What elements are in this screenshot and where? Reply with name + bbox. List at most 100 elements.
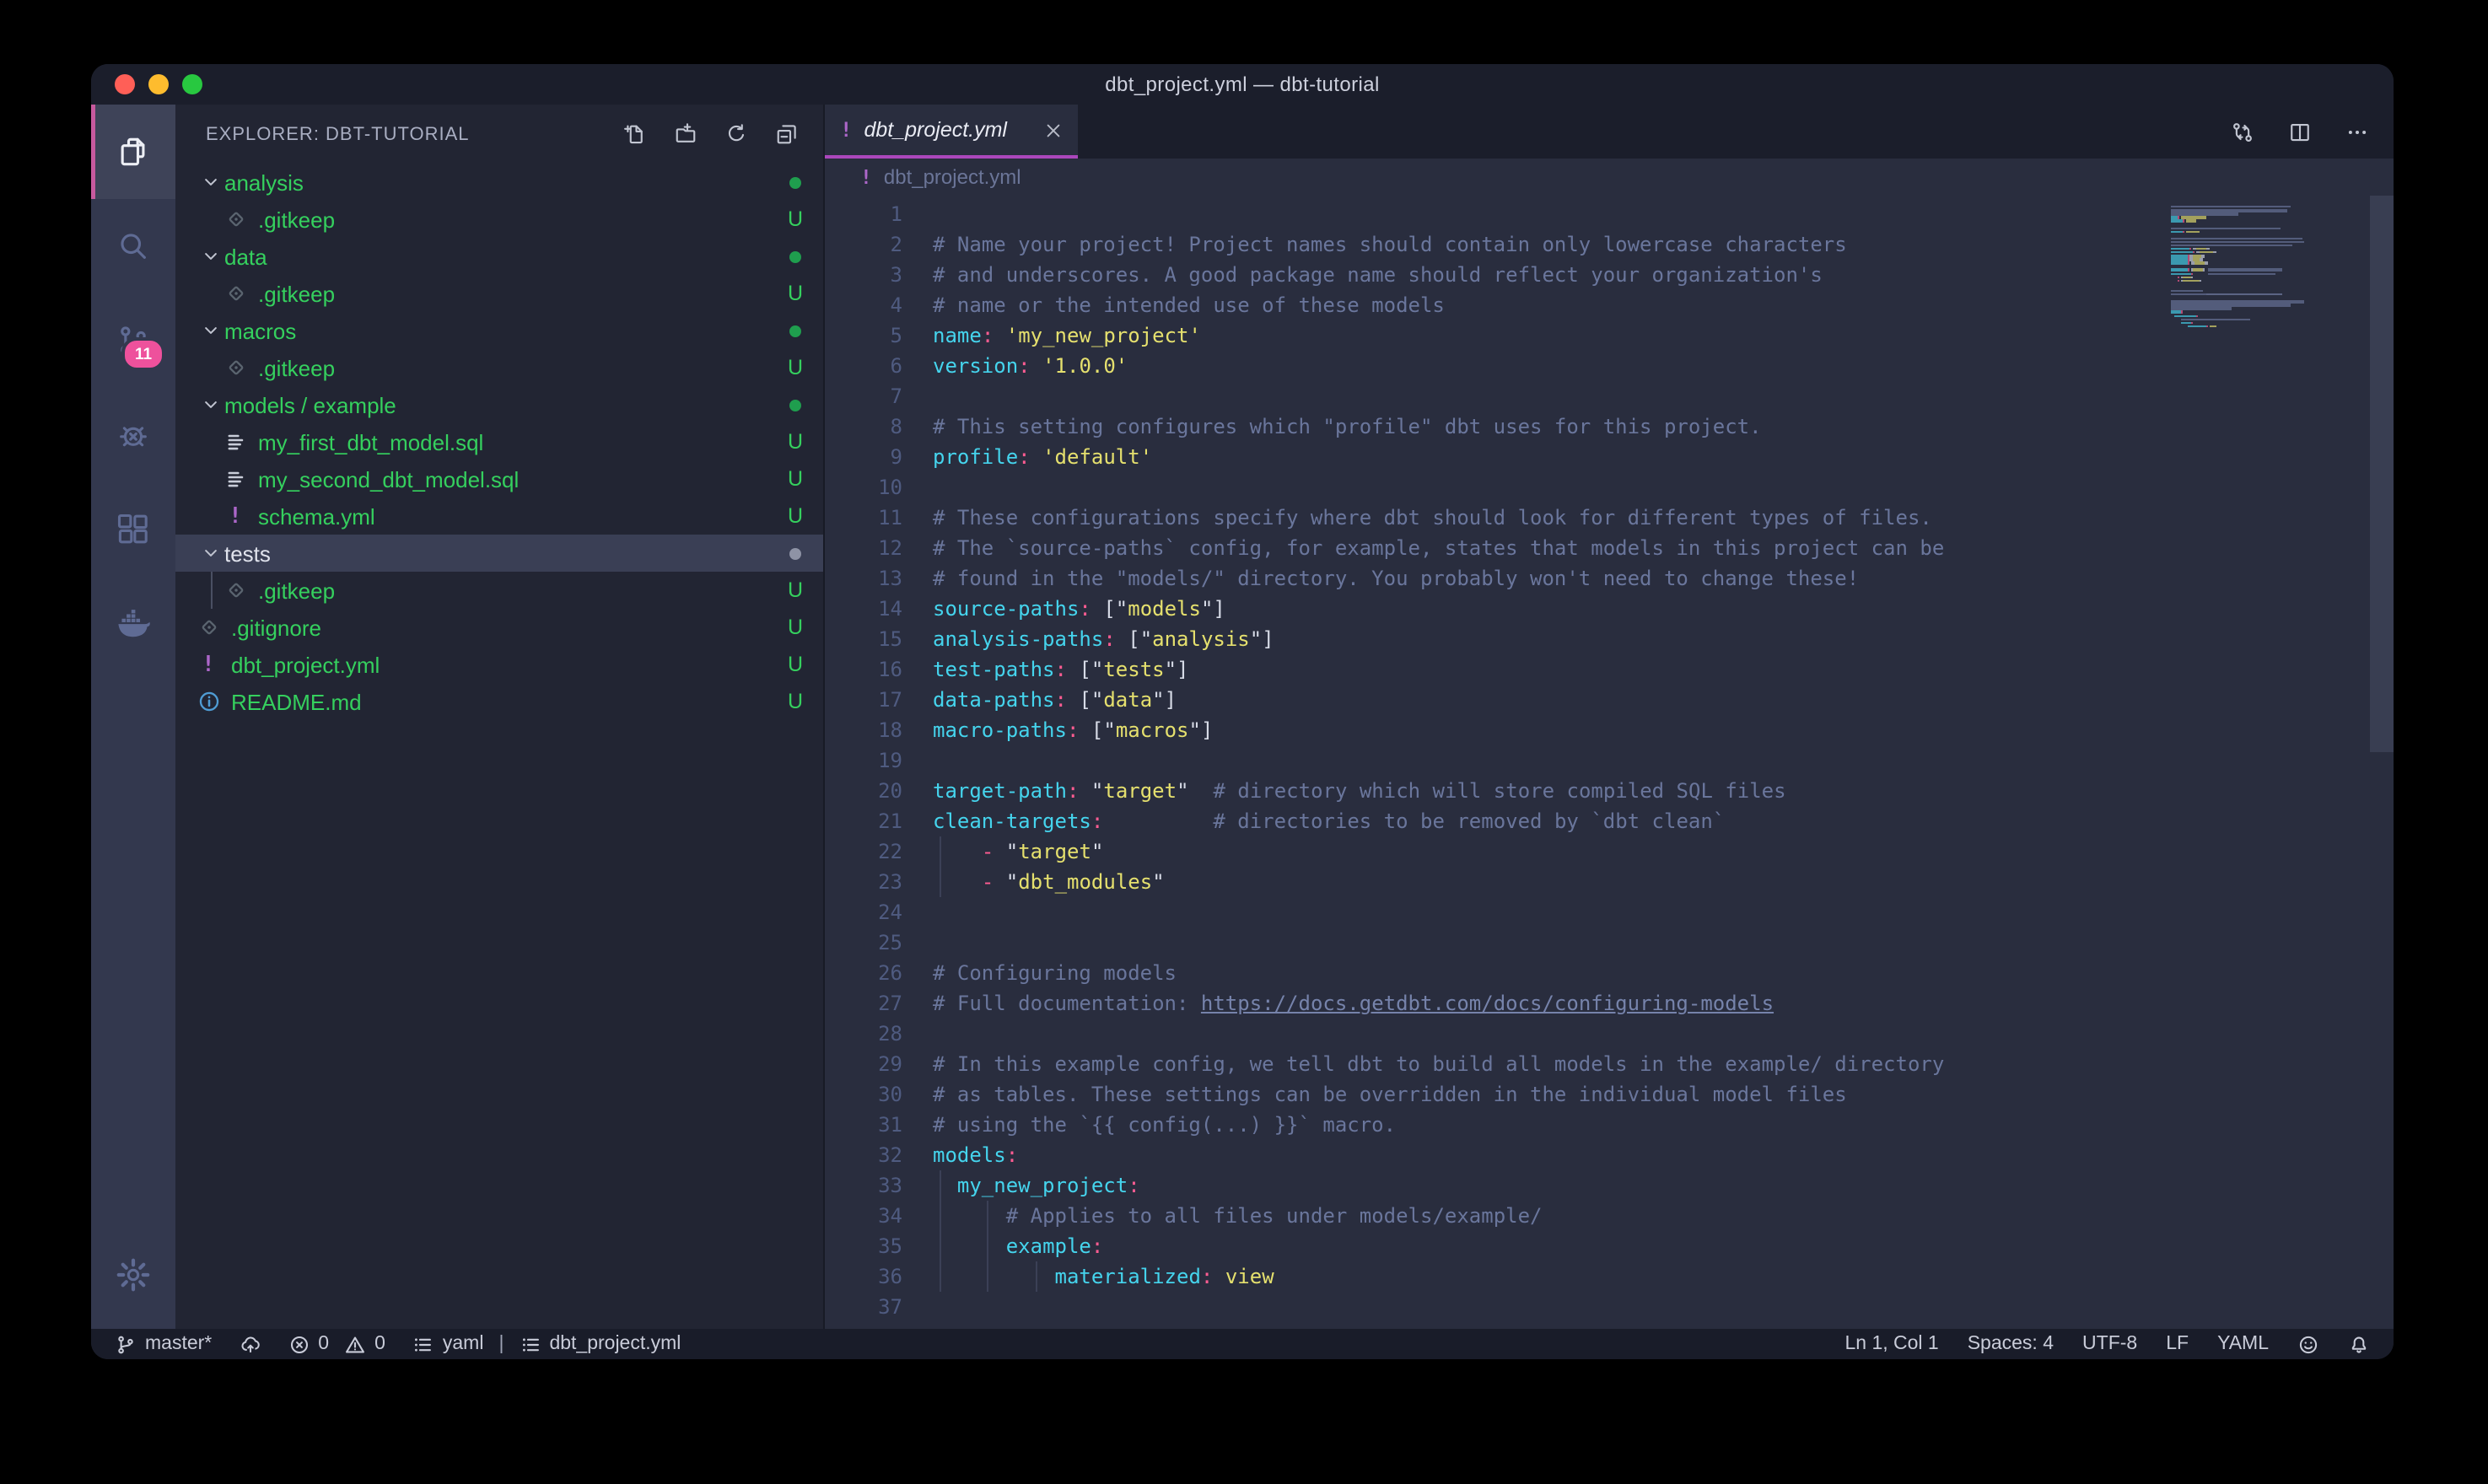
code-line-22[interactable]: 22 - "target" [825, 836, 2394, 867]
zoom-window-button[interactable] [182, 74, 202, 94]
tree-folder-models-example[interactable]: models / example [175, 386, 823, 423]
code-line-32[interactable]: 32models: [825, 1140, 2394, 1170]
code-line-30[interactable]: 30# as tables. These settings can be ove… [825, 1079, 2394, 1110]
code-line-4[interactable]: 4# name or the intended use of these mod… [825, 290, 2394, 320]
tree-file--gitkeep[interactable]: .gitkeepU [175, 572, 823, 609]
chevron-down-icon[interactable] [196, 174, 224, 191]
activity-item-explorer[interactable] [91, 105, 175, 199]
minimize-window-button[interactable] [148, 74, 169, 94]
notifications-bell-icon[interactable] [2348, 1333, 2370, 1355]
tree-file-dbt-project-yml[interactable]: !dbt_project.ymlU [175, 646, 823, 683]
channel-dbt-project[interactable]: dbt_project.yml [519, 1333, 681, 1355]
tree-folder-analysis[interactable]: analysis [175, 164, 823, 201]
code-line-35[interactable]: 35 example: [825, 1231, 2394, 1261]
code-line-16[interactable]: 16test-paths: ["tests"] [825, 654, 2394, 685]
code-line-25[interactable]: 25 [825, 928, 2394, 958]
code-line-19[interactable]: 19 [825, 745, 2394, 776]
tree-folder-data[interactable]: data [175, 238, 823, 275]
refresh-explorer-icon[interactable] [724, 121, 749, 147]
code-line-18[interactable]: 18macro-paths: ["macros"] [825, 715, 2394, 745]
git-untracked-badge: U [788, 578, 803, 602]
problems-status[interactable]: 0 0 [288, 1333, 385, 1355]
minimap-line [2171, 283, 2326, 286]
activity-item-search[interactable] [91, 199, 175, 293]
code-line-9[interactable]: 9profile: 'default' [825, 442, 2394, 472]
code-line-3[interactable]: 3# and underscores. A good package name … [825, 260, 2394, 290]
code-line-20[interactable]: 20target-path: "target" # directory whic… [825, 776, 2394, 806]
code-line-34[interactable]: 34 # Applies to all files under models/e… [825, 1201, 2394, 1231]
editor-scrollbar[interactable] [2370, 196, 2394, 752]
code-line-15[interactable]: 15analysis-paths: ["analysis"] [825, 624, 2394, 654]
chevron-down-icon[interactable] [196, 545, 224, 562]
code-line-8[interactable]: 8# This setting configures which "profil… [825, 411, 2394, 442]
chevron-down-icon[interactable] [196, 396, 224, 413]
code-line-14[interactable]: 14source-paths: ["models"] [825, 594, 2394, 624]
indentation-setting[interactable]: Spaces: 4 [1968, 1334, 2054, 1354]
tree-file--gitkeep[interactable]: .gitkeepU [175, 349, 823, 386]
tab-dbt-project-yml[interactable]: ! dbt_project.yml [825, 105, 1078, 159]
tree-file-readme-md[interactable]: README.mdU [175, 683, 823, 720]
chevron-down-icon[interactable] [196, 248, 224, 265]
minimap[interactable] [2171, 202, 2326, 332]
line-content: source-paths: ["models"] [933, 594, 1225, 624]
feedback-smiley-icon[interactable] [2297, 1333, 2319, 1355]
code-line-17[interactable]: 17data-paths: ["data"] [825, 685, 2394, 715]
tree-item-label: README.md [231, 689, 362, 714]
chevron-down-icon[interactable] [196, 322, 224, 339]
code-line-7[interactable]: 7 [825, 381, 2394, 411]
tree-file-schema-yml[interactable]: !schema.ymlU [175, 497, 823, 535]
tree-folder-tests[interactable]: tests [175, 535, 823, 572]
explorer-actions [622, 121, 800, 147]
close-tab-icon[interactable] [1044, 121, 1063, 139]
activity-item-settings[interactable] [91, 1228, 175, 1322]
code-line-23[interactable]: 23 - "dbt_modules" [825, 867, 2394, 897]
code-line-12[interactable]: 12# The `source-paths` config, for examp… [825, 533, 2394, 563]
indent-guide [939, 867, 940, 897]
code-line-31[interactable]: 31# using the `{{ config(...) }}` macro. [825, 1110, 2394, 1140]
more-actions-icon[interactable] [2345, 119, 2370, 144]
code-line-27[interactable]: 27# Full documentation: https://docs.get… [825, 988, 2394, 1019]
code-line-26[interactable]: 26# Configuring models [825, 958, 2394, 988]
channel-yaml[interactable]: yaml [412, 1333, 484, 1355]
tree-file--gitkeep[interactable]: .gitkeepU [175, 275, 823, 312]
tree-file-my-second-dbt-model-sql[interactable]: my_second_dbt_model.sqlU [175, 460, 823, 497]
open-changes-icon[interactable] [2230, 119, 2255, 144]
code-line-24[interactable]: 24 [825, 897, 2394, 928]
code-line-28[interactable]: 28 [825, 1019, 2394, 1049]
editor-group: ! dbt_project.yml ! dbt_project.yml 12# … [825, 105, 2394, 1329]
breadcrumb-item-file[interactable]: dbt_project.yml [884, 165, 1021, 189]
new-file-icon[interactable] [622, 121, 648, 147]
code-line-21[interactable]: 21clean-targets: # directories to be rem… [825, 806, 2394, 836]
publish-changes-button[interactable] [239, 1333, 261, 1355]
code-line-5[interactable]: 5name: 'my_new_project' [825, 320, 2394, 351]
cursor-position[interactable]: Ln 1, Col 1 [1844, 1334, 1938, 1354]
language-mode[interactable]: YAML [2217, 1334, 2269, 1354]
activity-item-docker[interactable] [91, 577, 175, 671]
new-folder-icon[interactable] [673, 121, 698, 147]
tree-file--gitignore[interactable]: .gitignoreU [175, 609, 823, 646]
code-line-13[interactable]: 13# found in the "models/" directory. Yo… [825, 563, 2394, 594]
tree-file--gitkeep[interactable]: .gitkeepU [175, 201, 823, 238]
collapse-folders-icon[interactable] [774, 121, 800, 147]
code-line-37[interactable]: 37 [825, 1292, 2394, 1322]
code-line-10[interactable]: 10 [825, 472, 2394, 503]
split-editor-icon[interactable] [2287, 119, 2313, 144]
code-line-6[interactable]: 6version: '1.0.0' [825, 351, 2394, 381]
encoding-setting[interactable]: UTF-8 [2082, 1334, 2137, 1354]
code-line-29[interactable]: 29# In this example config, we tell dbt … [825, 1049, 2394, 1079]
activity-item-source-control[interactable]: 11 [91, 293, 175, 388]
activity-item-debug[interactable] [91, 388, 175, 482]
code-editor[interactable]: 12# Name your project! Project names sho… [825, 196, 2394, 1329]
code-line-11[interactable]: 11# These configurations specify where d… [825, 503, 2394, 533]
tree-file-my-first-dbt-model-sql[interactable]: my_first_dbt_model.sqlU [175, 423, 823, 460]
tree-folder-macros[interactable]: macros [175, 312, 823, 349]
activity-item-extensions[interactable] [91, 482, 175, 577]
code-line-33[interactable]: 33 my_new_project: [825, 1170, 2394, 1201]
code-line-36[interactable]: 36 materialized: view [825, 1261, 2394, 1292]
code-line-2[interactable]: 2# Name your project! Project names shou… [825, 229, 2394, 260]
code-line-1[interactable]: 1 [825, 199, 2394, 229]
eol-setting[interactable]: LF [2166, 1334, 2189, 1354]
tree-item-label: .gitignore [231, 615, 321, 640]
git-branch-status[interactable]: master* [115, 1333, 212, 1355]
close-window-button[interactable] [115, 74, 135, 94]
